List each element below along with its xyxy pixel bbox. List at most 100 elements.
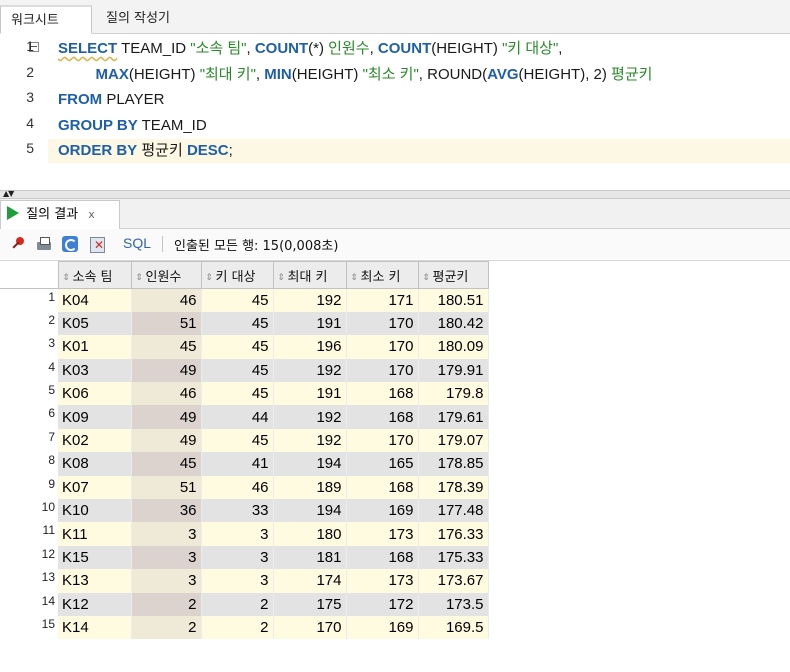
table-cell[interactable]: K05 bbox=[58, 311, 132, 336]
table-cell[interactable]: 169 bbox=[346, 615, 419, 640]
table-cell[interactable]: 170 bbox=[346, 335, 419, 359]
table-cell[interactable]: 179.61 bbox=[418, 405, 489, 429]
row-number[interactable]: 4 bbox=[0, 358, 58, 383]
table-cell[interactable]: 180 bbox=[273, 522, 347, 546]
row-number[interactable]: 2 bbox=[0, 311, 58, 336]
table-cell[interactable]: K10 bbox=[58, 499, 132, 523]
column-header[interactable]: ⇕ 최소 키 bbox=[345, 261, 419, 289]
table-row[interactable]: 11 K11 3 3 180 173 176.33 bbox=[0, 522, 489, 546]
table-cell[interactable]: 177.48 bbox=[418, 499, 489, 523]
table-row[interactable]: 13 K13 3 3 174 173 173.67 bbox=[0, 569, 489, 593]
table-cell[interactable]: 194 bbox=[273, 452, 347, 476]
sort-icon[interactable]: ⇕ bbox=[422, 273, 431, 282]
table-cell[interactable]: 191 bbox=[273, 311, 347, 336]
table-cell[interactable]: 173 bbox=[346, 522, 419, 546]
table-cell[interactable]: 45 bbox=[201, 288, 274, 312]
table-cell[interactable]: 45 bbox=[201, 335, 274, 359]
row-number[interactable]: 14 bbox=[0, 592, 58, 616]
column-header[interactable]: ⇕ 소속 팀 bbox=[57, 261, 132, 289]
table-cell[interactable]: 168 bbox=[346, 475, 419, 500]
table-cell[interactable]: K14 bbox=[58, 615, 132, 640]
table-cell[interactable]: K06 bbox=[58, 382, 132, 406]
table-cell[interactable]: 173.5 bbox=[418, 592, 489, 616]
table-cell[interactable]: 45 bbox=[201, 311, 274, 336]
table-cell[interactable]: 3 bbox=[131, 569, 202, 593]
table-cell[interactable]: 196 bbox=[273, 335, 347, 359]
table-cell[interactable]: 51 bbox=[131, 475, 202, 500]
table-cell[interactable]: 194 bbox=[273, 499, 347, 523]
table-cell[interactable]: 173 bbox=[346, 569, 419, 593]
table-cell[interactable]: 3 bbox=[201, 569, 274, 593]
table-cell[interactable]: 189 bbox=[273, 475, 347, 500]
row-number[interactable]: 3 bbox=[0, 335, 58, 359]
pin-icon[interactable] bbox=[10, 236, 26, 252]
table-cell[interactable]: 168 bbox=[346, 405, 419, 429]
row-number[interactable]: 10 bbox=[0, 499, 58, 523]
table-cell[interactable]: 45 bbox=[201, 428, 274, 453]
table-cell[interactable]: 2 bbox=[131, 615, 202, 640]
table-cell[interactable]: 36 bbox=[131, 499, 202, 523]
table-cell[interactable]: K02 bbox=[58, 428, 132, 453]
table-row[interactable]: 8 K08 45 41 194 165 178.85 bbox=[0, 452, 489, 476]
table-cell[interactable]: 3 bbox=[131, 522, 202, 546]
table-cell[interactable]: 169.5 bbox=[418, 615, 489, 640]
table-row[interactable]: 12 K15 3 3 181 168 175.33 bbox=[0, 545, 489, 570]
table-row[interactable]: 5 K06 46 45 191 168 179.8 bbox=[0, 382, 489, 406]
table-cell[interactable]: 170 bbox=[346, 311, 419, 336]
table-row[interactable]: 6 K09 49 44 192 168 179.61 bbox=[0, 405, 489, 429]
column-header[interactable]: ⇕ 최대 키 bbox=[272, 261, 347, 289]
table-cell[interactable]: 170 bbox=[346, 358, 419, 383]
table-row[interactable]: 10 K10 36 33 194 169 177.48 bbox=[0, 499, 489, 523]
table-cell[interactable]: 179.8 bbox=[418, 382, 489, 406]
table-cell[interactable]: 179.91 bbox=[418, 358, 489, 383]
table-cell[interactable]: 168 bbox=[346, 545, 419, 570]
close-tab-icon[interactable]: x bbox=[88, 208, 95, 221]
tab-worksheet[interactable]: 워크시트 bbox=[0, 5, 92, 34]
table-cell[interactable]: K01 bbox=[58, 335, 132, 359]
row-number[interactable]: 8 bbox=[0, 452, 58, 476]
sql-link[interactable]: SQL bbox=[123, 235, 151, 251]
table-cell[interactable]: 172 bbox=[346, 592, 419, 616]
table-cell[interactable]: K07 bbox=[58, 475, 132, 500]
row-number[interactable]: 1 bbox=[0, 288, 58, 312]
code-line[interactable]: GROUP BY TEAM_ID bbox=[58, 114, 207, 138]
sort-icon[interactable]: ⇕ bbox=[205, 273, 214, 282]
table-cell[interactable]: 168 bbox=[346, 382, 419, 406]
table-row[interactable]: 1 K04 46 45 192 171 180.51 bbox=[0, 288, 489, 312]
table-cell[interactable]: K03 bbox=[58, 358, 132, 383]
table-cell[interactable]: 180.09 bbox=[418, 335, 489, 359]
refresh-icon[interactable] bbox=[62, 236, 78, 252]
cancel-query-icon[interactable] bbox=[90, 236, 106, 253]
table-cell[interactable]: 2 bbox=[131, 592, 202, 616]
table-cell[interactable]: 192 bbox=[273, 428, 347, 453]
table-cell[interactable]: 170 bbox=[346, 428, 419, 453]
table-row[interactable]: 4 K03 49 45 192 170 179.91 bbox=[0, 358, 489, 383]
code-line-current[interactable]: ORDER BY 평균키 DESC; bbox=[48, 139, 790, 163]
table-cell[interactable]: 173.67 bbox=[418, 569, 489, 593]
row-number[interactable]: 7 bbox=[0, 428, 58, 453]
table-cell[interactable]: 171 bbox=[346, 288, 419, 312]
table-cell[interactable]: 33 bbox=[201, 499, 274, 523]
table-cell[interactable]: 192 bbox=[273, 288, 347, 312]
sort-icon[interactable]: ⇕ bbox=[350, 273, 359, 282]
table-cell[interactable]: 180.51 bbox=[418, 288, 489, 312]
table-cell[interactable]: K15 bbox=[58, 545, 132, 570]
table-cell[interactable]: 175 bbox=[273, 592, 347, 616]
table-cell[interactable]: K11 bbox=[58, 522, 132, 546]
code-line[interactable]: MAX(HEIGHT) "최대 키", MIN(HEIGHT) "최소 키", … bbox=[58, 63, 653, 87]
table-cell[interactable]: 181 bbox=[273, 545, 347, 570]
sort-icon[interactable]: ⇕ bbox=[135, 273, 144, 282]
sql-editor[interactable]: 12345 SELECT TEAM_ID "소속 팀", COUNT(*) 인원… bbox=[0, 34, 790, 190]
tab-query-result[interactable]: 질의 결과 x bbox=[0, 200, 120, 229]
print-icon[interactable] bbox=[36, 236, 52, 252]
table-cell[interactable]: 3 bbox=[131, 545, 202, 570]
row-number[interactable]: 9 bbox=[0, 475, 58, 500]
table-row[interactable]: 3 K01 45 45 196 170 180.09 bbox=[0, 335, 489, 359]
table-cell[interactable]: 2 bbox=[201, 592, 274, 616]
table-cell[interactable]: 176.33 bbox=[418, 522, 489, 546]
table-row[interactable]: 2 K05 51 45 191 170 180.42 bbox=[0, 311, 489, 336]
row-number[interactable]: 15 bbox=[0, 615, 58, 640]
sort-icon[interactable]: ⇕ bbox=[277, 273, 286, 282]
row-number[interactable]: 13 bbox=[0, 569, 58, 593]
table-cell[interactable]: 45 bbox=[201, 358, 274, 383]
